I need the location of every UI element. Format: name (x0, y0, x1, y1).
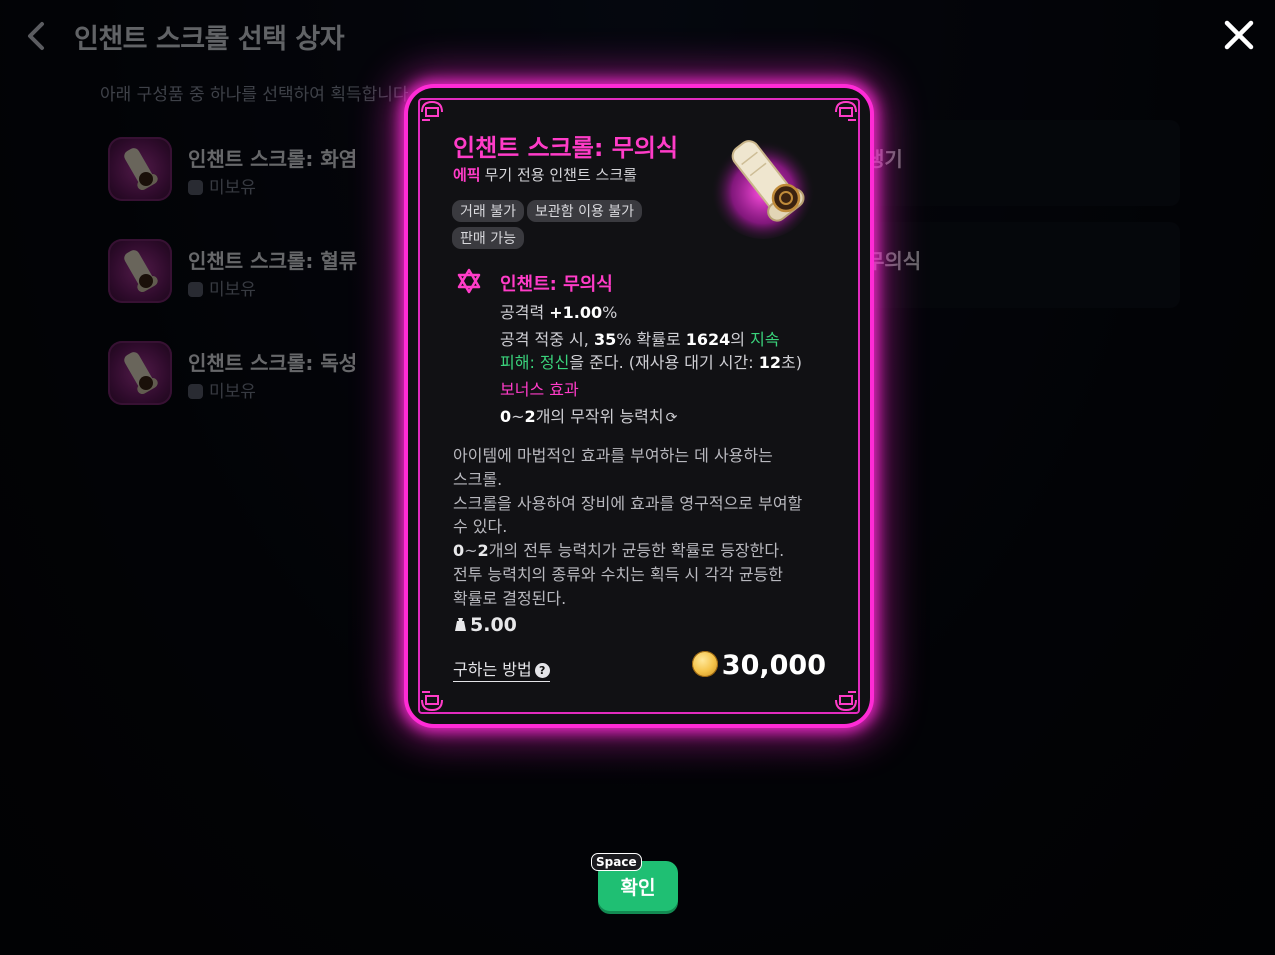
bonus-line: 0~2개의 무작위 능력치 ⟳ (500, 407, 678, 426)
page-title: 인챈트 스크롤 선택 상자 (74, 24, 345, 55)
weight-icon (455, 618, 466, 631)
how-to-obtain-link[interactable]: 구하는 방법? (453, 656, 550, 682)
item-type: 에픽 무기 전용 인챈트 스크롤 (453, 166, 637, 184)
collection-icon (188, 180, 203, 195)
ownership-status: 미보유 (188, 173, 256, 198)
effect-line: 피해: 정신을 준다. (재사용 대기 시간: 12초) (500, 353, 802, 372)
scroll-thumbnail (108, 341, 172, 405)
ownership-status: 미보유 (188, 377, 256, 402)
space-key-hint: Space (591, 853, 642, 871)
effect-line: 공격 적중 시, 35% 확률로 1624의 지속 (500, 330, 780, 349)
corner-knot-icon (832, 98, 860, 126)
tag-badge: 거래 불가 (452, 200, 524, 222)
bonus-title: 보너스 효과 (500, 380, 579, 399)
item-tooltip-card: 인챈트 스크롤: 무의식 에픽 무기 전용 인챈트 스크롤 거래 불가 보관함 이용… (408, 88, 870, 724)
item-name-fragment: 냉기 (866, 147, 903, 171)
scroll-thumbnail (108, 137, 172, 201)
collection-icon (188, 384, 203, 399)
stat-line: 공격력 +1.00% (500, 303, 618, 322)
corner-knot-icon (832, 686, 860, 714)
item-tags: 거래 불가 보관함 이용 불가 판매 가능 (452, 200, 702, 254)
star-of-david-icon (456, 268, 482, 294)
item-title: 인챈트 스크롤: 무의식 (453, 134, 679, 162)
item-description: 아이템에 마법적인 효과를 부여하는 데 사용하는 스크롤. 스크롤을 사용하여… (453, 446, 803, 608)
ownership-status: 미보유 (188, 275, 256, 300)
tag-badge: 판매 가능 (452, 227, 524, 249)
scroll-thumbnail (108, 239, 172, 303)
help-icon: ? (534, 663, 550, 678)
corner-knot-icon (418, 686, 446, 714)
gold-coin-icon (691, 651, 718, 677)
refresh-icon: ⟳ (665, 410, 678, 426)
rarity-label: 에픽 (453, 166, 481, 184)
close-icon[interactable] (1222, 18, 1256, 52)
item-name: 인챈트 스크롤: 화염 (188, 147, 358, 171)
corner-knot-icon (418, 98, 446, 126)
enchant-name: 인챈트: 무의식 (500, 274, 613, 295)
item-price: 30,000 (691, 650, 826, 681)
scroll-item-image (708, 122, 828, 242)
item-name-fragment: 무의식 (866, 249, 922, 273)
collection-icon (188, 282, 203, 297)
tag-badge: 보관함 이용 불가 (526, 200, 643, 222)
item-name: 인챈트 스크롤: 혈류 (188, 249, 358, 273)
item-name: 인챈트 스크롤: 독성 (188, 351, 358, 375)
item-weight: 5.00 (454, 614, 517, 636)
page-subtitle: 아래 구성품 중 하나를 선택하여 획득합니다. (100, 85, 414, 105)
back-arrow-icon[interactable] (22, 20, 50, 52)
